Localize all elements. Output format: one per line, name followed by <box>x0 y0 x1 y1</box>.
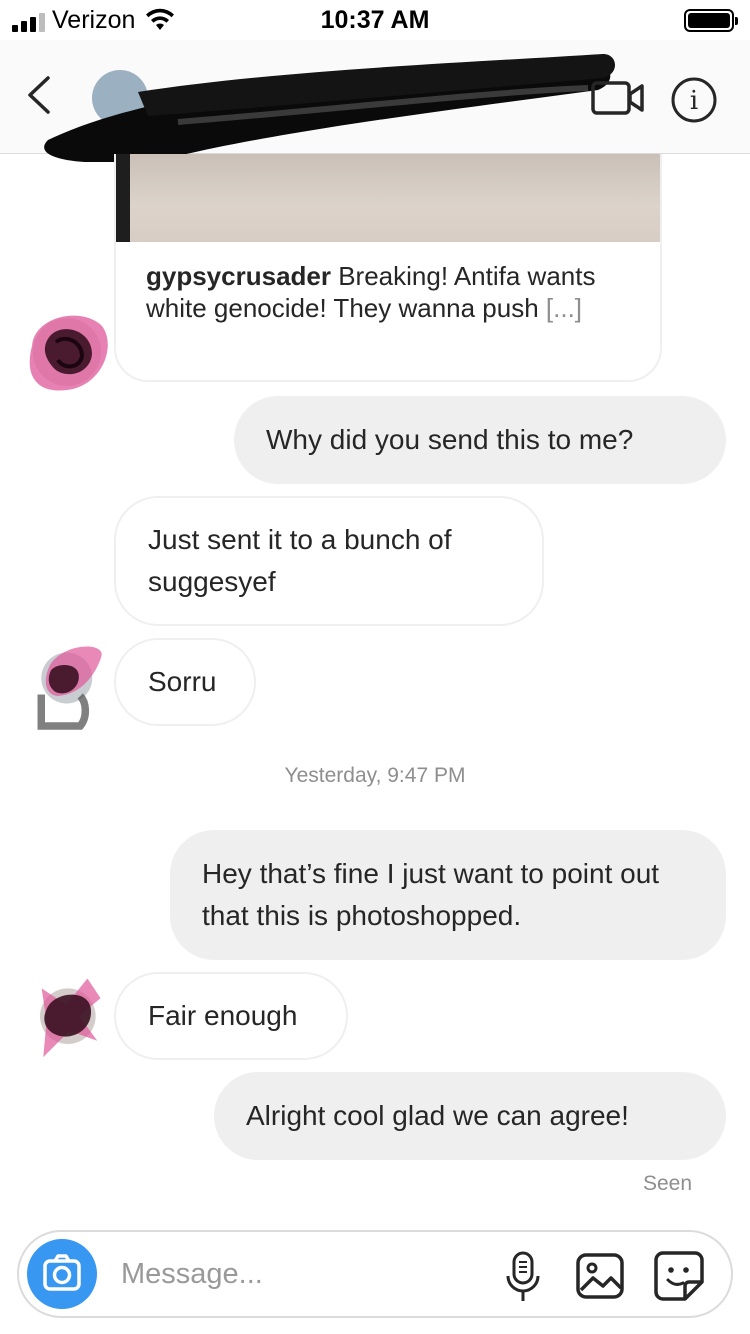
battery-icon <box>684 9 738 32</box>
incoming-message[interactable]: Just sent it to a bunch of suggesyef <box>114 496 544 626</box>
outgoing-message[interactable]: Why did you send this to me? <box>234 396 726 484</box>
status-time: 10:37 AM <box>320 6 430 34</box>
sticker-button[interactable] <box>653 1250 705 1302</box>
redacted-contact-name[interactable] <box>28 52 618 162</box>
message-text: Just sent it to a bunch of suggesyef <box>148 524 452 597</box>
message-text: Hey that’s fine I just want to point out… <box>202 858 660 931</box>
shared-post-more[interactable]: [...] <box>546 293 582 323</box>
status-bar: Verizon 10:37 AM <box>0 0 750 40</box>
outgoing-message[interactable]: Hey that’s fine I just want to point out… <box>170 830 726 960</box>
message-text: Sorru <box>148 666 217 697</box>
message-thread[interactable]: gypsycrusader Breaking! Antifa wants whi… <box>0 154 750 1214</box>
avatar[interactable] <box>22 306 112 396</box>
message-text: Fair enough <box>148 1000 298 1031</box>
seen-indicator: Seen <box>642 1172 692 1195</box>
avatar[interactable] <box>24 642 114 732</box>
timestamp: Yesterday, 9:47 PM <box>284 764 466 787</box>
conversation-header: i <box>0 40 750 162</box>
message-composer <box>17 1230 733 1318</box>
shared-post-username[interactable]: gypsycrusader <box>146 261 331 291</box>
avatar[interactable] <box>22 972 112 1062</box>
shared-post-image[interactable] <box>116 154 660 242</box>
message-text: Alright cool glad we can agree! <box>246 1100 629 1131</box>
camera-icon <box>43 1254 81 1291</box>
info-button[interactable]: i <box>670 76 718 124</box>
incoming-message[interactable]: Fair enough <box>114 972 348 1060</box>
shared-post-card[interactable]: gypsycrusader Breaking! Antifa wants whi… <box>114 154 662 382</box>
video-call-button[interactable] <box>590 78 646 118</box>
incoming-message[interactable]: Sorru <box>114 638 256 726</box>
gallery-button[interactable] <box>575 1252 625 1300</box>
shared-post-caption: gypsycrusader Breaking! Antifa wants whi… <box>146 260 626 324</box>
outgoing-message[interactable]: Alright cool glad we can agree! <box>214 1072 726 1160</box>
info-icon: i <box>671 77 717 123</box>
camera-button[interactable] <box>27 1239 97 1309</box>
svg-text:i: i <box>690 86 698 116</box>
message-input[interactable] <box>121 1252 481 1296</box>
message-text: Why did you send this to me? <box>266 424 634 455</box>
microphone-button[interactable] <box>503 1250 543 1304</box>
